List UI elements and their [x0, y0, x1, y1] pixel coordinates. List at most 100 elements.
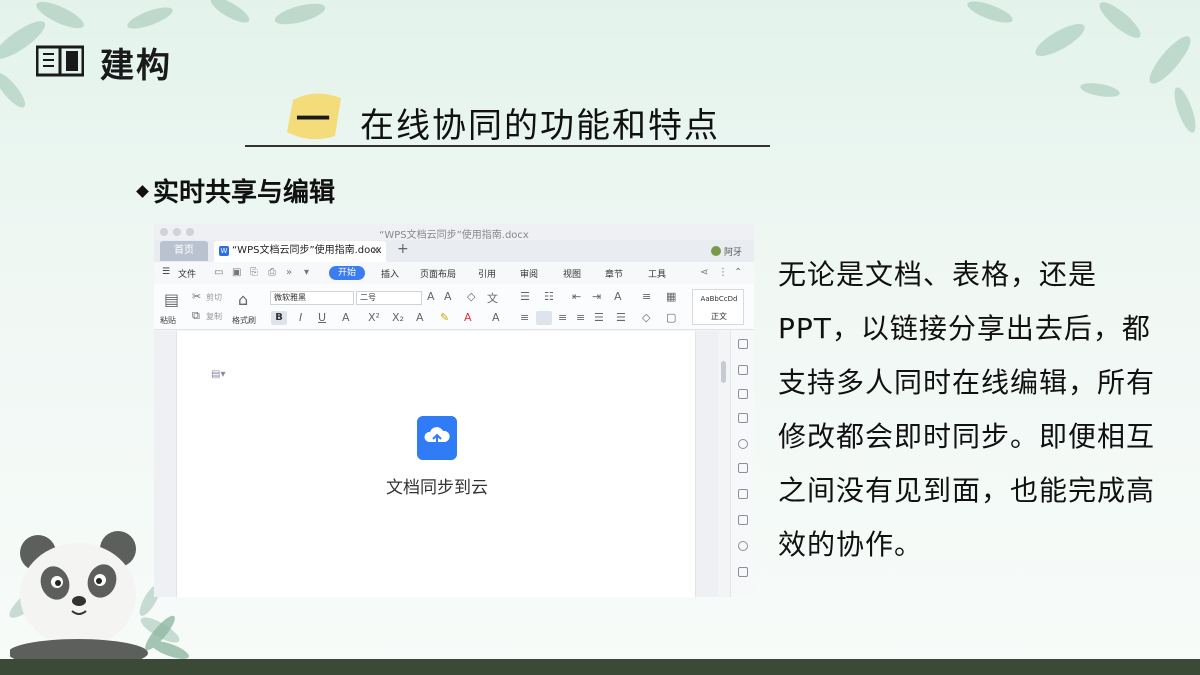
menu-tools[interactable]: 工具 [648, 267, 666, 280]
paragraph-spacing-icon[interactable]: ☰ [616, 311, 626, 324]
menu-start[interactable]: 开始 [329, 266, 365, 280]
style-name: 正文 [711, 312, 727, 321]
print-icon[interactable]: ⎙ [268, 267, 276, 278]
shrink-font-icon[interactable]: A [444, 290, 452, 303]
cut-icon[interactable]: ✂ [192, 290, 201, 303]
subscript-button[interactable]: X₂ [392, 311, 404, 324]
cut-label[interactable]: 剪切 [206, 292, 222, 303]
text-effect-button[interactable]: A [416, 311, 424, 324]
justify-icon[interactable]: ≡ [576, 311, 585, 324]
pen-icon[interactable] [738, 365, 748, 375]
shapes-icon[interactable] [738, 389, 748, 399]
font-size-select[interactable]: 二号 [356, 291, 422, 305]
menu-review[interactable]: 审阅 [520, 267, 538, 280]
char-shading-icon[interactable]: A [492, 311, 500, 324]
stamp-icon[interactable] [738, 413, 748, 423]
description-paragraph: 无论是文档、表格，还是PPT，以链接分享出去后，都支持多人同时在线编辑，所有修改… [778, 258, 1156, 561]
window-title: “WPS文档云同步”使用指南.docx [379, 230, 529, 241]
export-icon[interactable]: ⎘ [250, 267, 258, 278]
format-painter-icon[interactable]: ⌂ [238, 290, 248, 309]
table-icon[interactable]: ▦ [666, 290, 676, 303]
bullet-text: 实时共享与编辑 [153, 178, 336, 208]
bullet-list-icon[interactable]: ☰ [520, 290, 530, 303]
phonetic-icon[interactable]: 文 [487, 290, 498, 306]
underline-button[interactable]: U [318, 311, 326, 324]
line-spacing-icon[interactable]: ≡ [642, 290, 651, 303]
open-book-icon [36, 45, 84, 77]
clear-format-icon[interactable]: ◇ [467, 290, 475, 303]
grow-font-icon[interactable]: A [427, 290, 435, 303]
align-center-button[interactable] [536, 311, 552, 325]
cloud-upload-button[interactable] [417, 416, 457, 460]
menu-file[interactable]: 文件 [178, 267, 196, 280]
menu-page-layout[interactable]: 页面布局 [420, 267, 456, 280]
image-icon[interactable] [738, 567, 748, 577]
document-menu-icon[interactable]: ▤▾ [211, 369, 225, 380]
menu-bar: ☰ 文件 ▭ ▣ ⎘ ⎙ » ▾ 开始 插入 页面布局 引用 审阅 视图 章节 … [154, 262, 754, 284]
bold-button[interactable]: B [271, 311, 287, 325]
more-icon[interactable]: ⋮ [718, 267, 728, 278]
shield-icon[interactable] [738, 439, 748, 449]
document-area: ▤▾ 文档同步到云 [154, 331, 754, 597]
align-right-icon[interactable]: ≡ [558, 311, 567, 324]
scrollbar-thumb[interactable] [721, 361, 726, 383]
paste-icon[interactable]: ▤ [164, 290, 179, 309]
avatar [710, 246, 721, 256]
style-sample: AaBbCcDd [700, 295, 738, 303]
numbered-list-icon[interactable]: ☷ [544, 290, 554, 303]
shading-icon[interactable]: ◇ [642, 311, 650, 324]
save-icon[interactable]: ▣ [232, 267, 241, 278]
cursor-icon[interactable] [738, 463, 748, 473]
cloud-sync-label: 文档同步到云 [386, 478, 488, 498]
tab-home[interactable]: 首页 [160, 241, 208, 261]
highlight-icon[interactable]: ✎ [440, 311, 449, 324]
menu-icon[interactable] [738, 339, 748, 349]
close-icon[interactable]: ✕ [371, 241, 380, 261]
open-folder-icon[interactable]: ▭ [214, 267, 223, 278]
diamond-bullet-icon [136, 185, 149, 198]
document-page[interactable]: ▤▾ 文档同步到云 [176, 331, 696, 597]
superscript-button[interactable]: X² [368, 311, 380, 324]
more-arrows-icon[interactable]: » [286, 267, 292, 278]
menu-insert[interactable]: 插入 [381, 267, 399, 280]
style-gallery-normal[interactable]: AaBbCcDd 正文 [692, 289, 744, 325]
copy-label[interactable]: 复制 [206, 311, 222, 322]
side-toolbar [730, 331, 754, 597]
page-title: 建构 [100, 46, 172, 86]
font-color-icon[interactable]: A [464, 311, 472, 324]
section-number: 一 [296, 100, 330, 140]
wps-writer-icon: W [219, 246, 229, 256]
menu-references[interactable]: 引用 [478, 267, 496, 280]
align-left-icon[interactable]: ≡ [520, 311, 529, 324]
wps-window-screenshot: “WPS文档云同步”使用指南.docx 首页 W “WPS文档云同步”使用指南.… [154, 224, 754, 597]
history-icon[interactable] [738, 541, 748, 551]
format-painter-label[interactable]: 格式刷 [232, 315, 256, 326]
vertical-scrollbar[interactable] [718, 331, 730, 597]
increase-indent-icon[interactable]: ⇥ [592, 290, 601, 303]
text-direction-icon[interactable]: A [614, 290, 622, 303]
collapse-ribbon-icon[interactable]: ⌃ [734, 267, 742, 278]
paste-label[interactable]: 粘贴 [160, 315, 176, 326]
hamburger-menu-icon[interactable]: ☰ [162, 267, 170, 277]
user-account[interactable]: 阿牙 [710, 245, 742, 258]
tab-document[interactable]: W “WPS文档云同步”使用指南.docx ✕ [214, 241, 386, 262]
decrease-indent-icon[interactable]: ⇤ [572, 290, 581, 303]
copy-icon[interactable]: ⧉ [192, 309, 200, 323]
slide: 建构 一 在线协同的功能和特点 实时共享与编辑 “WPS文档云同步”使用指南.d… [0, 0, 1200, 675]
italic-button[interactable]: I [299, 311, 302, 324]
bullet-heading: 实时共享与编辑 [136, 172, 336, 209]
settings-sliders-icon[interactable] [738, 515, 748, 525]
lock-icon[interactable] [738, 489, 748, 499]
footer-bar [0, 659, 1200, 675]
strikethrough-button[interactable]: A [342, 311, 350, 324]
distribute-icon[interactable]: ☰ [594, 311, 604, 324]
add-tab-icon[interactable]: + [397, 241, 409, 257]
panda-mascot [10, 531, 189, 659]
menu-view[interactable]: 视图 [563, 267, 581, 280]
menu-chapter[interactable]: 章节 [605, 267, 623, 280]
ribbon: ▤ 粘贴 ✂ 剪切 ⧉ 复制 ⌂ 格式刷 微软雅黑 二号 A A ◇ 文 B I… [154, 284, 754, 330]
dropdown-icon[interactable]: ▾ [304, 267, 309, 278]
font-family-select[interactable]: 微软雅黑 [270, 291, 354, 305]
share-icon[interactable]: ⋖ [700, 267, 708, 278]
border-icon[interactable]: ▢ [666, 311, 676, 324]
